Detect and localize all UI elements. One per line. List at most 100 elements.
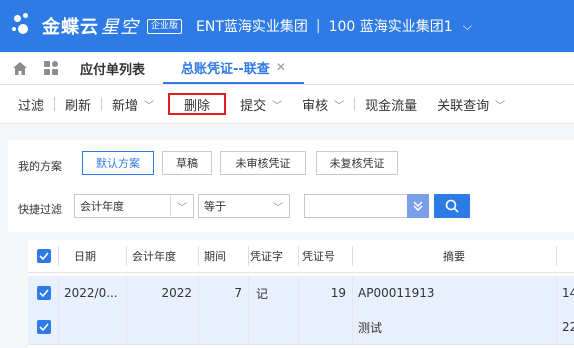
tab-bar: 应付单列表 总账凭证--联查 ✕ [0, 52, 574, 85]
add-label: 新增 [112, 98, 139, 114]
top-header: 金蝶云 星空 企业版 ENT蓝海实业集团 | 100 蓝海实业集团1 ⌵ [0, 0, 574, 52]
voucher-table: 日期 会计年度 期间 凭证字 凭证号 摘要 2022/0... 2022 7 记… [28, 240, 574, 348]
column-header-period[interactable]: 期间 [204, 240, 248, 272]
column-header-year[interactable]: 会计年度 [132, 240, 198, 272]
operator-select[interactable]: 等于 ﹀ [198, 194, 290, 218]
divider [556, 246, 557, 266]
cell-year [128, 310, 192, 344]
scheme-label: 未复核凭证 [329, 157, 385, 170]
column-header-number[interactable]: 凭证号 [302, 240, 352, 272]
home-icon[interactable] [0, 52, 40, 84]
cell-period: 7 [234, 286, 242, 300]
column-label: 摘要 [443, 250, 465, 263]
divider [126, 246, 127, 266]
checkbox-checked-icon [37, 286, 51, 300]
scheme-label: 我的方案 [18, 160, 62, 173]
column-label: 日期 [74, 250, 96, 263]
cell-date [64, 310, 126, 344]
divider: | [315, 18, 321, 34]
divider [58, 246, 59, 266]
column-label: 凭证字 [250, 250, 283, 263]
quick-filter-label: 快捷过滤 [18, 203, 62, 216]
cell-extra: 14 [562, 286, 574, 300]
cell-extra: 22 [562, 320, 574, 334]
chevron-down-icon: ﹀ [144, 100, 155, 112]
delete-label: 删除 [184, 98, 211, 114]
search-icon [445, 199, 459, 213]
double-chevron-down-icon[interactable] [407, 194, 429, 218]
close-icon[interactable]: ✕ [276, 60, 286, 74]
scheme-unreviewed-button[interactable]: 未复核凭证 [316, 151, 398, 175]
chevron-down-icon: ﹀ [495, 100, 506, 112]
column-label: 会计年度 [132, 250, 176, 263]
brand-name: 金蝶云 星空 [42, 17, 139, 38]
cell-year: 2022 [161, 286, 192, 300]
chevron-down-icon: ⌵ [462, 18, 472, 33]
filter-label: 过滤 [18, 98, 45, 114]
table-header: 日期 会计年度 期间 凭证字 凭证号 摘要 [28, 240, 574, 273]
tab-voucher-query[interactable]: 总账凭证--联查 ✕ [163, 52, 304, 84]
column-header-date[interactable]: 日期 [74, 240, 124, 272]
cell-summary: 测试 [358, 320, 383, 335]
chevron-down-icon: ﹀ [170, 195, 193, 217]
delete-button[interactable]: 删除 [168, 93, 227, 115]
column-label: 凭证号 [302, 250, 335, 263]
divider [248, 246, 249, 266]
scheme-default-button[interactable]: 默认方案 [82, 151, 154, 175]
logo[interactable]: 金蝶云 星空 企业版 [12, 13, 183, 39]
scheme-draft-button[interactable]: 草稿 [162, 151, 212, 175]
audit-button[interactable]: 审核 ﹀ [292, 92, 354, 116]
edition-badge: 企业版 [147, 18, 183, 34]
scheme-label: 未审核凭证 [235, 157, 291, 170]
field-select[interactable]: 会计年度 ﹀ [74, 194, 194, 218]
related-query-button[interactable]: 关联查询 ﹀ [427, 92, 515, 116]
audit-label: 审核 [302, 98, 329, 114]
chevron-down-icon: ﹀ [273, 202, 283, 214]
submit-label: 提交 [240, 98, 267, 114]
cell-summary: AP00011913 [358, 286, 435, 300]
cash-flow-button[interactable]: 现金流量 [355, 92, 427, 116]
divider [198, 246, 199, 266]
scheme-label: 默认方案 [96, 157, 140, 170]
cell-word [256, 310, 296, 344]
divider [298, 246, 299, 266]
toolbar: 过滤 刷新 新增 ﹀ 删除 提交 ﹀ 审核 ﹀ 现金流量 关联查询 ﹀ [0, 85, 574, 124]
cell-number [300, 310, 346, 344]
select-all-checkbox[interactable] [32, 240, 56, 272]
cell-date: 2022/0... [64, 286, 118, 300]
tab-label: 应付单列表 [80, 62, 146, 78]
checkbox-checked-icon [37, 249, 51, 263]
table-row[interactable]: 2022/0... 2022 7 记 19 AP00011913 14 [28, 276, 574, 311]
tab-label: 总账凭证--联查 [181, 61, 270, 77]
search-input[interactable] [304, 194, 408, 218]
scheme-unaudited-button[interactable]: 未审核凭证 [220, 151, 306, 175]
operator-select-value: 等于 [204, 200, 226, 213]
field-select-value: 会计年度 [80, 200, 124, 213]
filter-button[interactable]: 过滤 [8, 92, 54, 116]
refresh-label: 刷新 [65, 98, 92, 114]
table-row[interactable]: 测试 22 [28, 310, 574, 345]
chevron-down-icon: ﹀ [272, 100, 283, 112]
search-button[interactable] [434, 194, 470, 218]
org-unit: 100 蓝海实业集团1 [328, 19, 453, 35]
cell-number: 19 [330, 286, 346, 300]
row-checkbox[interactable] [32, 276, 56, 310]
column-header-word[interactable]: 凭证字 [250, 240, 298, 272]
row-checkbox[interactable] [32, 310, 56, 344]
apps-grid-icon[interactable] [40, 52, 62, 84]
tab-payable-list[interactable]: 应付单列表 [62, 52, 163, 84]
column-header-summary[interactable]: 摘要 [352, 240, 556, 272]
scheme-label: 草稿 [176, 157, 198, 170]
submit-button[interactable]: 提交 ﹀ [230, 92, 292, 116]
logo-icon [12, 13, 38, 39]
column-label: 期间 [204, 250, 226, 263]
org-name: ENT蓝海实业集团 [196, 19, 308, 35]
chevron-down-icon: ﹀ [334, 100, 345, 112]
refresh-button[interactable]: 刷新 [55, 92, 101, 116]
cash-flow-label: 现金流量 [365, 98, 418, 114]
add-button[interactable]: 新增 ﹀ [102, 92, 164, 116]
checkbox-checked-icon [37, 320, 51, 334]
cell-period [200, 310, 242, 344]
related-query-label: 关联查询 [437, 98, 490, 114]
org-selector[interactable]: ENT蓝海实业集团 | 100 蓝海实业集团1 ⌵ [196, 16, 472, 36]
